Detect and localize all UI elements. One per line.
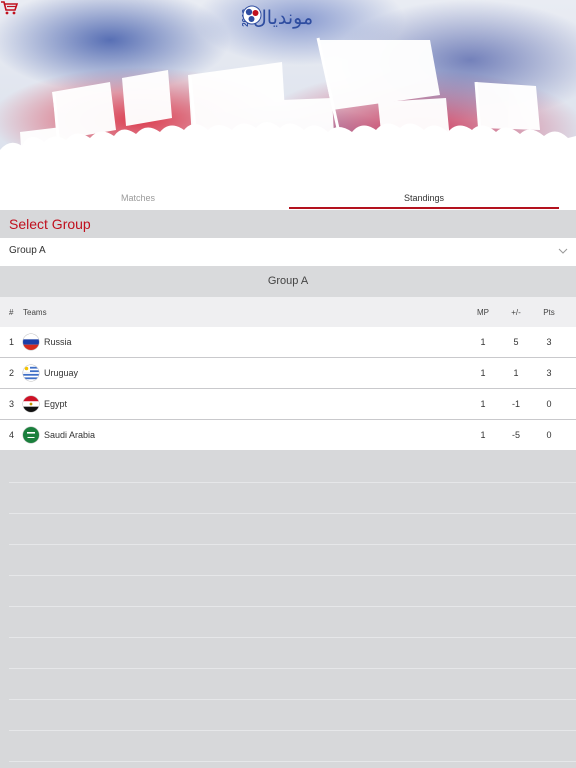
divider: [9, 730, 576, 731]
matches-played-cell: 1: [480, 399, 486, 409]
matches-played-cell: 1: [480, 337, 486, 347]
select-group-title: Select Group: [9, 216, 91, 232]
rank-cell: 1: [9, 337, 15, 347]
empty-list-area: [0, 451, 576, 768]
team-name: Saudi Arabia: [44, 430, 96, 440]
table-row[interactable]: 2 Uruguay 1 1 3: [0, 358, 576, 389]
saudi-arabia-flag-icon: [23, 427, 39, 443]
group-dropdown-value: Group A: [9, 245, 46, 256]
points-cell: 3: [546, 337, 552, 347]
matches-played-cell: 1: [480, 368, 486, 378]
app-logo: 2018 مونديال: [241, 5, 314, 31]
goal-diff-cell: -1: [511, 399, 520, 409]
team-name: Russia: [44, 337, 72, 347]
divider: [9, 637, 576, 638]
table-header: # Teams MP +/- Pts: [0, 297, 576, 327]
divider: [9, 513, 576, 514]
divider: [9, 575, 576, 576]
team-name: Egypt: [44, 399, 68, 409]
chevron-down-icon: [558, 248, 568, 254]
egypt-flag-icon: [23, 396, 39, 412]
standings-table: # Teams MP +/- Pts 1 Russia 1 5 3 2 Urug…: [0, 297, 576, 450]
goal-diff-cell: -5: [511, 430, 520, 440]
goal-diff-cell: 5: [513, 337, 519, 347]
goal-diff-cell: 1: [513, 368, 519, 378]
table-row[interactable]: 4 Saudi Arabia 1 -5 0: [0, 420, 576, 450]
shopping-cart-icon[interactable]: [0, 0, 18, 16]
divider: [9, 606, 576, 607]
tab-matches[interactable]: Matches: [0, 188, 276, 210]
divider: [9, 668, 576, 669]
column-header-team: Teams: [23, 308, 47, 317]
points-cell: 3: [546, 368, 552, 378]
matches-played-cell: 1: [480, 430, 486, 440]
rank-cell: 3: [9, 399, 15, 409]
points-cell: 0: [546, 430, 552, 440]
football-icon: [242, 5, 262, 25]
column-header-goal-diff: +/-: [511, 308, 521, 317]
divider: [9, 761, 576, 762]
active-tab-indicator: [289, 207, 559, 209]
column-header-mp: MP: [477, 308, 489, 317]
team-name: Uruguay: [44, 368, 79, 378]
points-cell: 0: [546, 399, 552, 409]
column-header-points: Pts: [543, 308, 555, 317]
header-banner: 2018 مونديال: [0, 0, 576, 188]
rank-cell: 4: [9, 430, 15, 440]
divider: [9, 699, 576, 700]
group-section-header: Group A: [0, 266, 576, 297]
divider: [9, 544, 576, 545]
divider: [9, 482, 576, 483]
logo-text: مونديال: [253, 7, 314, 29]
table-row[interactable]: 1 Russia 1 5 3: [0, 327, 576, 358]
column-header-rank: #: [9, 308, 14, 317]
russia-flag-icon: [23, 334, 39, 350]
rank-cell: 2: [9, 368, 15, 378]
group-dropdown[interactable]: Group A: [0, 238, 576, 266]
uruguay-flag-icon: [23, 365, 39, 381]
table-row[interactable]: 3 Egypt 1 -1 0: [0, 389, 576, 420]
